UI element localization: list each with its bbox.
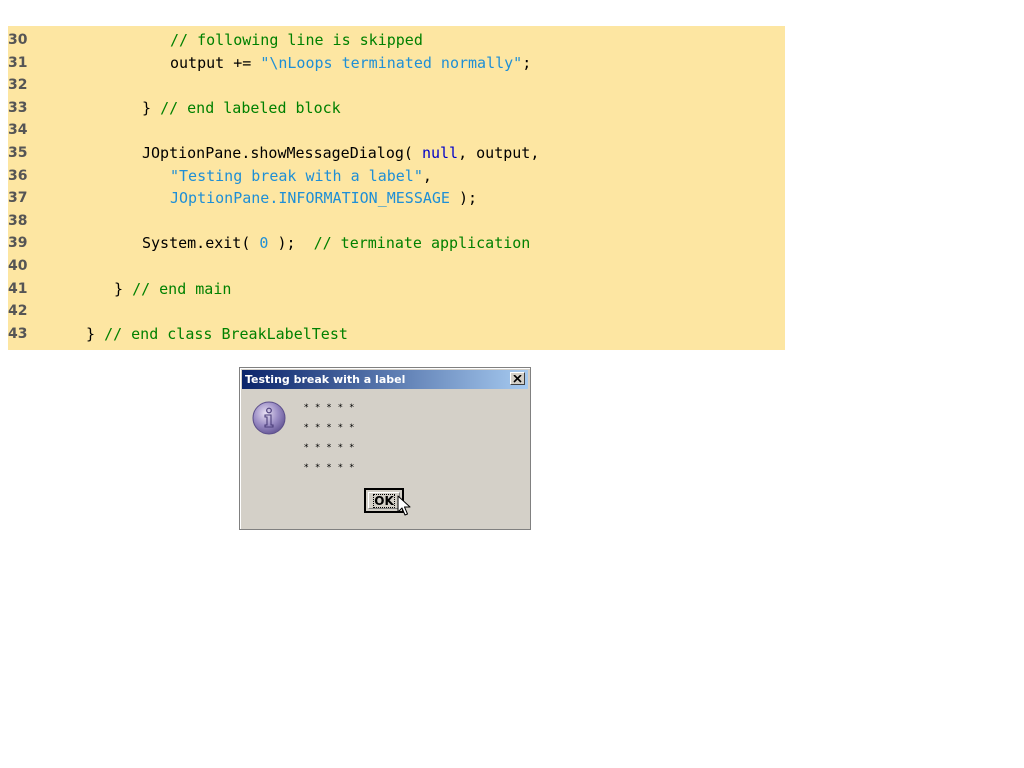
code-token-plain: System.exit( [142,234,260,253]
message-line: * * * * * [304,463,356,473]
code-token-plain: , output, [458,144,540,162]
code-token-plain: ); [449,189,478,208]
close-button[interactable] [510,372,525,385]
line-number: 36 [8,167,28,184]
code-line: 40 [8,255,785,277]
dialog-title: Testing break with a label [245,373,406,386]
line-number: 33 [8,99,28,116]
code-line: 31 output += "\nLoops terminated normally… [8,52,785,74]
line-code: } // end labeled block [142,97,341,119]
code-line: 30 // following line is skipped [8,29,785,51]
code-token-plain: ); [268,234,314,253]
line-number: 42 [8,303,28,320]
line-number: 34 [8,122,28,139]
code-token-plain: } [114,279,133,298]
line-number: 32 [8,77,28,94]
line-number: 37 [8,190,28,207]
ok-label: OK [373,493,395,508]
code-listing: 30 // following line is skipped 31 output +… [8,26,785,350]
message-line: * * * * * [304,423,356,433]
line-number: 40 [8,258,28,274]
code-line: 42 [8,300,785,322]
code-line: 38 [8,210,785,232]
line-code: JOptionPane.INFORMATION_MESSAGE ); [170,187,477,209]
code-token-comment: // terminate application [313,234,531,253]
line-code: } // end class BreakLabelTest [86,323,348,345]
code-line: 43} // end class BreakLabelTest [8,323,785,345]
message-dialog: Testing break with a label * * * * * * *… [239,367,531,530]
code-token-plain: output += [170,53,261,72]
line-code: // following line is skipped [170,29,423,51]
line-number: 30 [8,32,28,48]
code-token-comment: // following line is skipped [170,31,423,49]
ok-button-face: OK [368,492,400,509]
code-line: 34 [8,119,785,141]
line-number: 35 [8,145,28,161]
code-token-str: "\nLoops terminated normally" [260,53,523,72]
code-token-kw: null [421,144,459,162]
mouse-pointer-icon [397,495,411,516]
code-token-comment: // end main [132,279,232,298]
message-line: * * * * * [304,403,356,413]
line-code: System.exit( 0 ); // terminate applicati… [142,232,530,254]
code-line: 41} // end main [8,278,785,300]
line-number: 41 [8,280,28,297]
line-code: output += "\nLoops terminated normally"; [170,52,531,74]
code-line: 32 [8,74,785,96]
code-token-comment: // end labeled block [160,98,341,117]
code-line: 36 "Testing break with a label", [8,165,785,187]
code-line: 33} // end labeled block [8,97,785,119]
line-number: 38 [8,212,28,229]
line-number: 39 [8,235,28,252]
code-line: 37 JOptionPane.INFORMATION_MESSAGE ); [8,187,785,209]
code-token-plain: JOptionPane.showMessageDialog( [142,144,422,162]
line-number: 31 [8,54,28,71]
close-icon [513,374,522,383]
code-token-plain: ; [522,53,532,72]
code-token-plain: } [142,98,161,117]
code-token-str: "Testing break with a label" [170,166,423,185]
code-line: 39 System.exit( 0 ); // terminate applica… [8,232,785,254]
dialog-titlebar[interactable]: Testing break with a label [242,370,528,389]
code-line: 35 JOptionPane.showMessageDialog( null, o… [8,142,785,164]
line-code: JOptionPane.showMessageDialog( null, out… [142,142,539,164]
line-code: "Testing break with a label", [170,165,432,187]
information-icon [252,401,286,435]
code-token-const: JOptionPane.INFORMATION_MESSAGE [170,189,450,208]
line-code: } // end main [114,278,231,300]
code-token-plain: , [422,166,432,185]
code-token-comment: // end class BreakLabelTest [104,324,348,343]
line-number: 43 [8,325,28,342]
code-token-plain: } [86,324,105,343]
message-line: * * * * * [304,443,356,453]
